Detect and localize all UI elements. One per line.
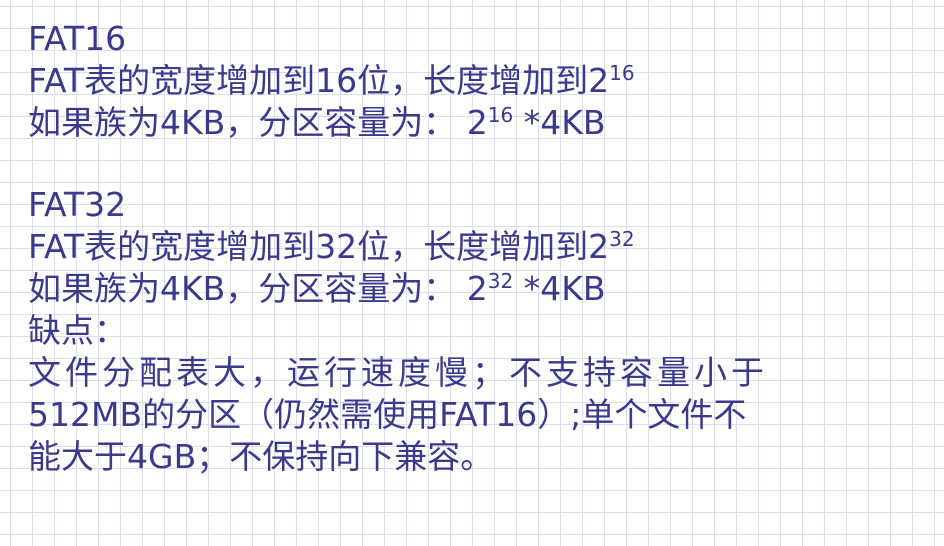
fat16-capacity-line: 如果族为4KB，分区容量为： 216 *4KB bbox=[28, 102, 928, 144]
fat16-width-line: FAT表的宽度增加到16位，长度增加到216 bbox=[28, 60, 928, 102]
fat32-width-text: FAT表的宽度增加到32位，长度增加到2 bbox=[28, 227, 610, 266]
drawbacks-label: 缺点： bbox=[28, 311, 127, 350]
fat32-capacity-line: 如果族为4KB，分区容量为： 232 *4KB bbox=[28, 268, 928, 310]
fat16-capacity-exponent: 16 bbox=[487, 103, 514, 127]
fat16-width-text: FAT表的宽度增加到16位，长度增加到2 bbox=[28, 61, 610, 100]
fat32-width-exponent: 32 bbox=[609, 227, 635, 251]
slide-content: FAT16 FAT表的宽度增加到16位，长度增加到216 如果族为4KB，分区容… bbox=[28, 18, 928, 478]
fat16-capacity-prefix: 如果族为4KB，分区容量为： 2 bbox=[28, 103, 488, 142]
fat32-capacity-suffix: *4KB bbox=[513, 269, 606, 308]
drawbacks-line-1: 文件分配表大，运行速度慢；不支持容量小于 bbox=[28, 353, 768, 392]
fat32-capacity-exponent: 32 bbox=[487, 269, 514, 293]
fat16-heading: FAT16 bbox=[28, 19, 127, 58]
drawbacks-line-3: 能大于4GB；不保持向下兼容。 bbox=[28, 437, 494, 476]
drawbacks-line-2: 512MB的分区（仍然需使用FAT16）;单个文件不 bbox=[28, 395, 747, 434]
fat32-heading: FAT32 bbox=[28, 185, 127, 224]
fat16-capacity-suffix: *4KB bbox=[513, 103, 606, 142]
fat32-width-line: FAT表的宽度增加到32位，长度增加到232 bbox=[28, 226, 928, 268]
fat32-capacity-prefix: 如果族为4KB，分区容量为： 2 bbox=[28, 269, 488, 308]
fat16-width-exponent: 16 bbox=[609, 61, 635, 85]
